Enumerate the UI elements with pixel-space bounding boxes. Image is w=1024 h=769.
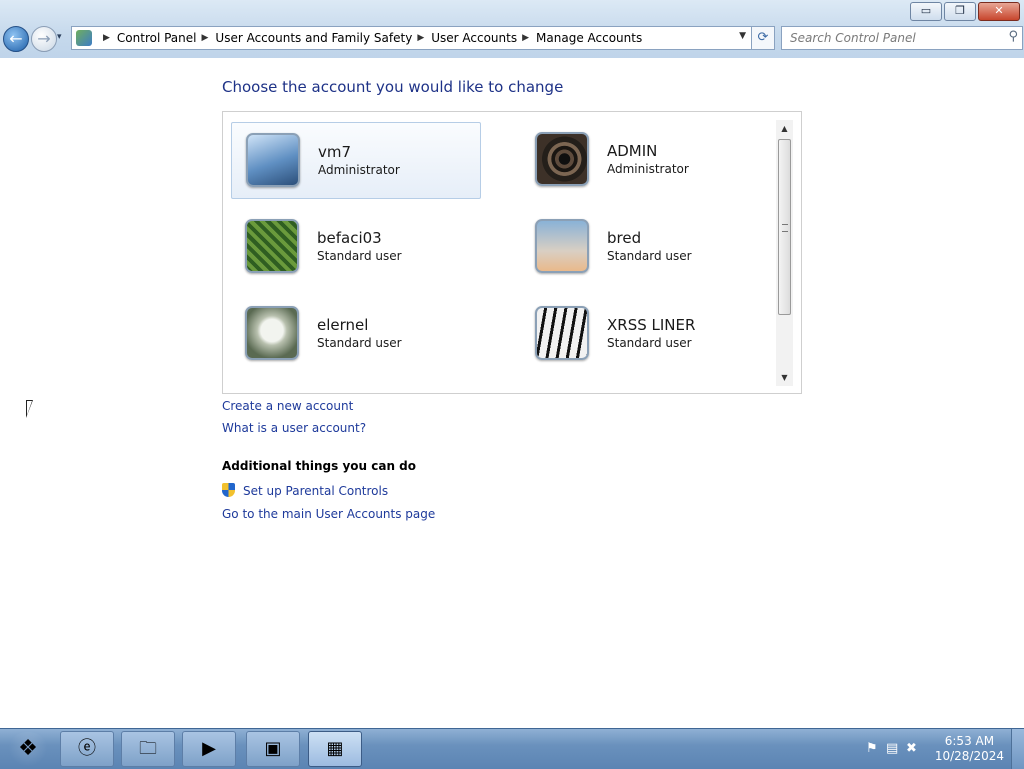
windows-start-orb-icon[interactable]: ❖ — [8, 732, 48, 766]
back-button[interactable]: ← — [3, 26, 29, 52]
media-player-icon[interactable]: ▶ — [182, 731, 236, 767]
account-tile-elernel[interactable]: elernel Standard user — [231, 296, 479, 371]
account-picture-bridge — [246, 133, 300, 187]
account-name: XRSS LINER — [607, 316, 696, 334]
action-center-flag-icon[interactable]: ⚑ — [866, 741, 878, 756]
account-role: Standard user — [317, 249, 402, 263]
maximize-button[interactable]: ❐ — [944, 2, 976, 21]
account-role: Standard user — [607, 336, 692, 350]
account-name: befaci03 — [317, 229, 382, 247]
breadcrumb-user-accounts-family-safety[interactable]: User Accounts and Family Safety — [215, 31, 412, 45]
account-picture-green-leaf — [245, 219, 299, 273]
account-name: vm7 — [318, 143, 352, 161]
control-panel-taskbar-icon[interactable]: ▦ — [308, 731, 362, 767]
account-picture-piano-keys — [535, 306, 589, 360]
refresh-button[interactable]: ⟳ — [751, 26, 775, 50]
account-picture-lighthouse — [535, 219, 589, 273]
command-prompt-icon[interactable]: ▣ — [246, 731, 300, 767]
chevron-right-icon[interactable]: ▶ — [522, 33, 529, 43]
forward-button[interactable]: → — [31, 26, 57, 52]
account-list-panel: vm7 Administrator ADMIN Administrator be… — [222, 111, 802, 394]
volume-muted-icon[interactable]: ✖ — [906, 741, 917, 756]
search-icon[interactable]: ⚲ — [1008, 29, 1018, 44]
what-is-user-account-link[interactable]: What is a user account? — [222, 421, 366, 435]
additional-things-heading: Additional things you can do — [222, 459, 417, 473]
address-dropdown-icon[interactable]: ▼ — [739, 31, 746, 41]
page-title: Choose the account you would like to cha… — [222, 78, 564, 96]
clock[interactable]: 6:53 AM 10/28/2024 — [935, 734, 1004, 764]
breadcrumb-control-panel[interactable]: Control Panel — [117, 31, 197, 45]
address-bar[interactable]: ▶ Control Panel ▶ User Accounts and Fami… — [71, 26, 753, 50]
close-button[interactable]: ✕ — [978, 2, 1020, 21]
navigation-row: ← → ▾ ▶ Control Panel ▶ User Accounts an… — [0, 26, 1024, 52]
account-tile-vm7[interactable]: vm7 Administrator — [231, 122, 481, 199]
scroll-down-icon[interactable]: ▼ — [776, 369, 793, 386]
account-tile-bred[interactable]: bred Standard user — [521, 209, 769, 284]
minimize-button[interactable]: ▭ — [910, 2, 942, 21]
vertical-scrollbar[interactable]: ▲ ▼ — [776, 120, 793, 386]
search-input[interactable]: Search Control Panel ⚲ — [781, 26, 1023, 50]
search-placeholder: Search Control Panel — [790, 31, 916, 45]
scrollbar-thumb[interactable] — [778, 139, 791, 315]
control-panel-icon — [76, 30, 92, 46]
chevron-right-icon[interactable]: ▶ — [103, 33, 110, 43]
grip-icon — [782, 224, 788, 232]
account-role: Administrator — [318, 163, 400, 177]
scroll-up-icon[interactable]: ▲ — [776, 120, 793, 137]
parental-controls-label[interactable]: Set up Parental Controls — [243, 484, 388, 498]
parental-controls-link[interactable]: Set up Parental Controls — [222, 483, 388, 498]
account-picture-white-flower — [245, 306, 299, 360]
account-name: bred — [607, 229, 642, 247]
windows-explorer-icon[interactable]: 🗀 — [121, 731, 175, 767]
account-name: ADMIN — [607, 142, 658, 160]
main-user-accounts-link[interactable]: Go to the main User Accounts page — [222, 507, 435, 521]
uac-shield-icon — [222, 483, 235, 497]
account-tile-befaci03[interactable]: befaci03 Standard user — [231, 209, 479, 284]
account-role: Standard user — [607, 249, 692, 263]
chevron-right-icon[interactable]: ▶ — [202, 33, 209, 43]
clock-date: 10/28/2024 — [934, 749, 1004, 763]
recent-pages-dropdown[interactable]: ▾ — [57, 32, 62, 42]
show-desktop-button[interactable] — [1011, 729, 1024, 769]
account-tile-xrss-liner[interactable]: XRSS LINER Standard user — [521, 296, 769, 371]
account-role: Administrator — [607, 162, 689, 176]
window-controls: ▭ ❐ ✕ — [908, 2, 1020, 21]
clock-time: 6:53 AM — [944, 734, 995, 748]
taskbar: ❖ ⓔ 🗀 ▶ ▣ ▦ ⚑ ▤ ✖ 6:53 AM 10/28/2024 — [0, 728, 1024, 769]
internet-explorer-icon[interactable]: ⓔ — [60, 731, 114, 767]
system-tray: ⚑ ▤ ✖ 6:53 AM 10/28/2024 — [854, 729, 1024, 769]
account-name: elernel — [317, 316, 369, 334]
account-tile-admin[interactable]: ADMIN Administrator — [521, 122, 769, 197]
account-role: Standard user — [317, 336, 402, 350]
main-content: Choose the account you would like to cha… — [0, 58, 1024, 728]
breadcrumb-user-accounts[interactable]: User Accounts — [431, 31, 517, 45]
chevron-right-icon[interactable]: ▶ — [417, 33, 424, 43]
breadcrumb-manage-accounts[interactable]: Manage Accounts — [536, 31, 642, 45]
network-icon[interactable]: ▤ — [886, 741, 898, 756]
window-titlebar: ▭ ❐ ✕ ← → ▾ ▶ Control Panel ▶ User Accou… — [0, 0, 1024, 59]
account-picture-spiral-staircase — [535, 132, 589, 186]
create-account-link[interactable]: Create a new account — [222, 399, 353, 413]
mouse-pointer-icon — [26, 400, 33, 418]
